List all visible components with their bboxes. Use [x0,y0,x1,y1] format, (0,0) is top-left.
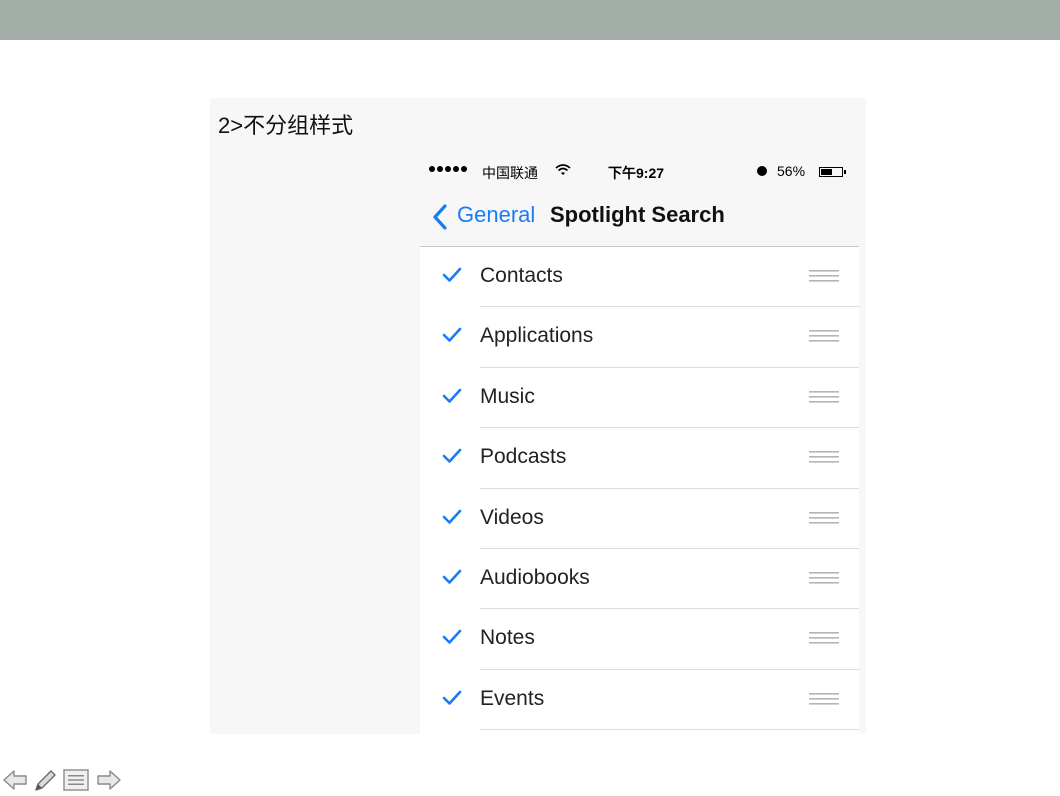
chevron-left-icon[interactable] [432,203,448,231]
list-item[interactable]: Videos [420,489,859,549]
reorder-grip-icon[interactable] [809,390,839,404]
arrow-right-icon[interactable] [96,768,122,792]
reorder-grip-icon[interactable] [809,269,839,283]
back-button[interactable]: General [457,202,535,228]
spotlight-list: Contacts Applications Music Podcasts Vid… [420,247,859,731]
arrow-left-icon[interactable] [2,768,28,792]
status-time: 下午9:27 [608,165,665,181]
checkmark-icon [442,509,462,524]
list-item-label: Applications [480,324,594,348]
list-item-label: Events [480,686,545,710]
list-item[interactable]: Podcasts [420,428,859,489]
signal-dots-icon [429,166,467,172]
phone-screenshot: 中国联通 下午9:27 56% General Spotlight Search… [420,156,859,734]
battery-icon [819,167,843,177]
reorder-grip-icon[interactable] [809,511,839,525]
navigation-bar: General Spotlight Search [420,188,859,247]
reorder-grip-icon[interactable] [809,692,839,706]
battery-tip [844,170,846,174]
list-item[interactable]: Audiobooks [420,549,859,610]
checkmark-icon [442,569,462,584]
list-item[interactable]: Notes [420,609,859,670]
checkmark-icon [442,388,462,403]
reorder-grip-icon[interactable] [809,631,839,645]
reorder-grip-icon[interactable] [809,329,839,343]
list-item-label: Contacts [480,264,563,287]
battery-fill [821,169,832,175]
status-bar: 中国联通 下午9:27 56% [420,156,859,188]
checkmark-icon [442,328,462,343]
checkmark-icon [442,448,462,463]
list-item-label: Audiobooks [480,565,590,589]
menu-icon[interactable] [62,768,90,792]
list-item-label: Notes [480,626,535,650]
carrier-name: 中国联通 [482,165,538,181]
top-banner [0,0,1060,40]
alarm-icon [757,166,767,176]
list-item-label: Podcasts [480,445,567,469]
reorder-grip-icon[interactable] [809,571,839,585]
slide-controls [0,768,130,796]
list-item[interactable]: Music [420,368,859,429]
list-item[interactable]: Applications [420,307,859,368]
list-item[interactable]: Contacts [420,247,859,308]
list-item-label: Videos [480,505,544,529]
pen-icon[interactable] [32,768,58,794]
checkmark-icon [442,630,462,645]
list-item-label: Music [480,384,535,408]
checkmark-icon [442,690,462,705]
checkmark-icon [442,267,462,282]
slide-heading: 2>不分组样式 [218,113,354,138]
battery-percent: 56% [777,163,806,179]
reorder-grip-icon[interactable] [809,450,839,464]
nav-title: Spotlight Search [550,202,725,227]
list-item[interactable]: Events [420,670,859,731]
wifi-icon [555,164,571,175]
row-separator [480,729,859,731]
